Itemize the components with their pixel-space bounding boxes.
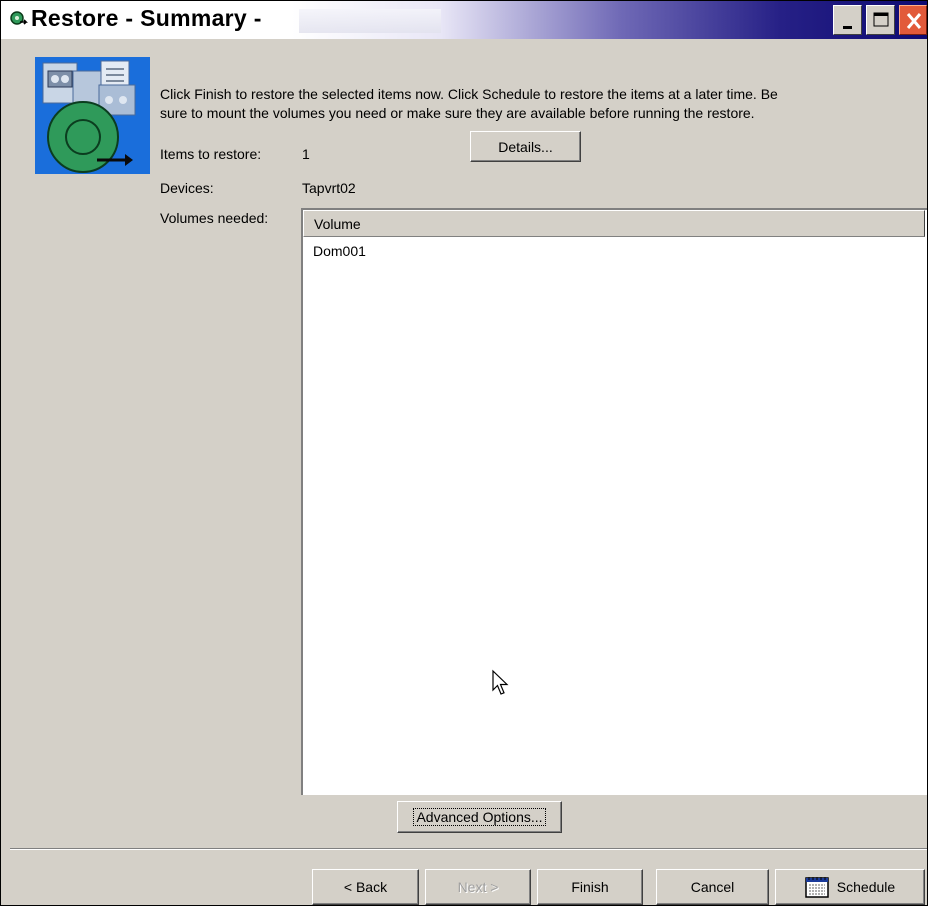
window-title: Restore - Summary - [31,5,262,31]
close-button[interactable] [899,5,927,35]
calendar-icon [805,877,829,898]
instructions-line-1: Click Finish to restore the selected ite… [160,86,778,102]
back-button[interactable]: < Back [312,869,419,905]
back-button-label: < Back [343,879,388,895]
advanced-options-label: Advanced Options... [413,808,546,826]
mouse-pointer-icon [492,669,509,695]
maximize-icon [873,12,889,27]
table-row[interactable]: Dom001 [313,243,366,259]
advanced-options-button[interactable]: Advanced Options... [397,801,562,833]
instructions-line-2: sure to mount the volumes you need or ma… [160,105,755,121]
volume-column-header-label: Volume [314,216,361,232]
minimize-button[interactable] [833,5,862,35]
schedule-button-label: Schedule [836,879,896,895]
details-button-label: Details... [498,138,553,155]
divider [10,848,927,850]
items-to-restore-label: Items to restore: [160,146,262,162]
title-bar[interactable]: Restore - Summary - [1,1,927,39]
maximize-button[interactable] [866,5,895,35]
devices-value: Tapvrt02 [302,180,356,196]
items-to-restore-value: 1 [302,146,310,162]
volumes-needed-label: Volumes needed: [160,210,269,226]
volumes-table[interactable]: Volume Dom001 [301,208,927,795]
restore-app-icon [10,11,28,25]
devices-label: Devices: [160,180,214,196]
details-button[interactable]: Details... [470,131,581,162]
instructions-text: Click Finish to restore the selected ite… [160,85,926,123]
close-icon [906,13,922,29]
finish-button[interactable]: Finish [537,869,643,905]
volume-cell: Dom001 [313,243,366,259]
finish-button-label: Finish [571,879,609,895]
tape-restore-icon [35,57,150,174]
restore-summary-window: Restore - Summary - Click Finish to rest… [0,0,928,906]
minimize-icon [843,26,852,29]
cancel-button[interactable]: Cancel [656,869,769,905]
cancel-button-label: Cancel [690,879,735,895]
volume-column-header[interactable]: Volume [303,210,925,237]
next-button-label: Next > [457,879,499,895]
redacted-title-part [299,9,441,33]
schedule-button[interactable]: Schedule [775,869,925,905]
next-button[interactable]: Next > [425,869,531,905]
